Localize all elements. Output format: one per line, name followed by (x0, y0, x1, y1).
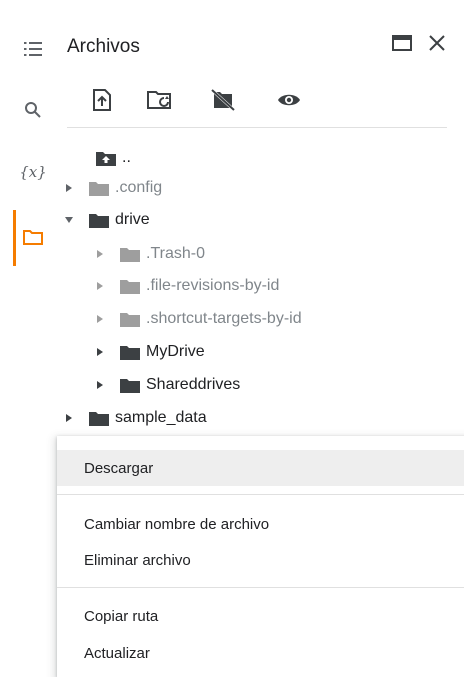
tree-parent-dir[interactable]: .. (96, 145, 131, 171)
tree-label: drive (115, 211, 150, 228)
folder-up-icon (96, 152, 116, 166)
chevron-right-icon[interactable] (63, 182, 75, 194)
tree-label: .file-revisions-by-id (146, 277, 280, 294)
upload-icon[interactable] (86, 84, 118, 116)
mount-drive-icon[interactable] (144, 84, 176, 116)
active-indicator (13, 210, 16, 266)
tree-item-trash[interactable]: .Trash-0 (94, 241, 205, 267)
tree-label: .Trash-0 (146, 245, 205, 262)
chevron-right-icon[interactable] (94, 379, 106, 391)
tree-item-sample-data[interactable]: sample_data (63, 405, 207, 431)
search-icon[interactable] (22, 99, 44, 121)
tree-item-shortcut-targets[interactable]: .shortcut-targets-by-id (94, 306, 302, 332)
tree-label: Shareddrives (146, 376, 241, 393)
tree-label: MyDrive (146, 343, 205, 360)
show-hidden-files-icon[interactable] (273, 84, 305, 116)
chevron-right-icon[interactable] (94, 346, 106, 358)
tree-label: .config (115, 179, 163, 196)
context-menu: Descargar Cambiar nombre de archivo Elim… (57, 436, 464, 677)
chevron-down-icon[interactable] (63, 214, 75, 226)
chevron-right-icon[interactable] (94, 248, 106, 260)
menu-item-rename[interactable]: Cambiar nombre de archivo (57, 506, 464, 542)
hide-drive-icon[interactable] (207, 84, 239, 116)
menu-divider (57, 587, 464, 588)
open-in-tab-icon[interactable] (389, 30, 415, 56)
tree-item-config[interactable]: .config (63, 175, 162, 201)
folder-icon (120, 248, 140, 262)
table-of-contents-icon[interactable] (22, 38, 44, 60)
folder-icon (89, 412, 109, 426)
chevron-right-icon[interactable] (63, 412, 75, 424)
close-icon[interactable] (424, 30, 450, 56)
tree-item-file-revisions[interactable]: .file-revisions-by-id (94, 273, 279, 299)
folder-icon (120, 346, 140, 360)
menu-item-copy-path[interactable]: Copiar ruta (57, 598, 464, 634)
folder-icon (120, 280, 140, 294)
chevron-right-icon[interactable] (94, 313, 106, 325)
menu-item-delete[interactable]: Eliminar archivo (57, 542, 464, 578)
tree-label: .. (122, 149, 131, 166)
tree-item-mydrive[interactable]: MyDrive (94, 339, 205, 365)
menu-item-download[interactable]: Descargar (57, 450, 464, 486)
menu-item-refresh[interactable]: Actualizar (57, 635, 464, 671)
chevron-right-icon[interactable] (94, 280, 106, 292)
menu-divider (57, 494, 464, 495)
files-icon[interactable] (22, 226, 44, 248)
folder-icon (89, 214, 109, 228)
folder-icon (120, 313, 140, 327)
folder-icon (89, 182, 109, 196)
tree-item-drive[interactable]: drive (63, 207, 150, 233)
tree-label: sample_data (115, 409, 207, 426)
variables-icon[interactable]: {x} (19, 161, 47, 183)
panel-title: Archivos (67, 36, 140, 57)
folder-icon (120, 379, 140, 393)
tree-item-shareddrives[interactable]: Shareddrives (94, 372, 240, 398)
tree-label: .shortcut-targets-by-id (146, 310, 302, 327)
toolbar-divider (67, 127, 447, 128)
